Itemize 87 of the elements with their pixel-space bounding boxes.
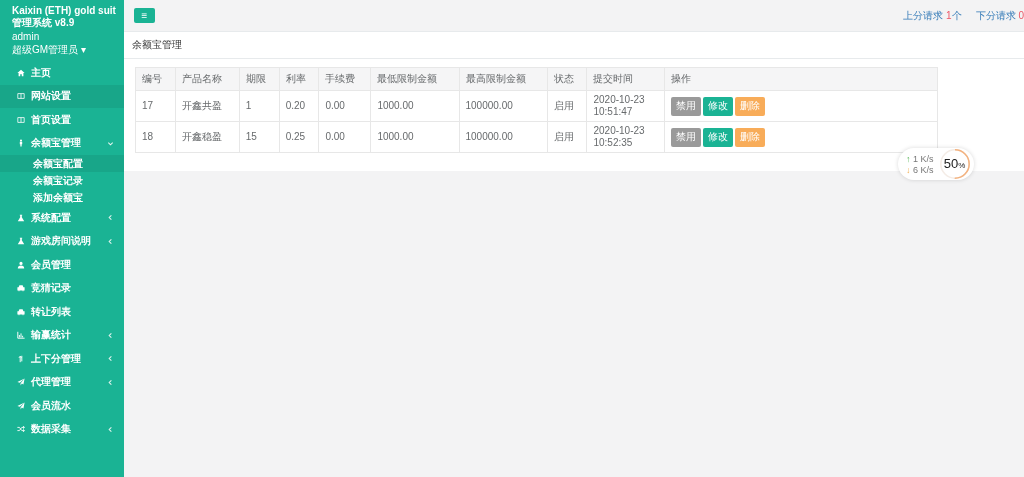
request-link[interactable]: 下分请求 0 xyxy=(975,8,1024,23)
request-link[interactable]: 上分请求 1个 xyxy=(903,8,962,23)
bar-chart-icon xyxy=(17,331,25,340)
table-cell: 2020-10-23 10:51:47 xyxy=(586,90,665,122)
table-cell: 1000.00 xyxy=(370,90,459,122)
disable-button[interactable]: 禁用 xyxy=(671,96,701,116)
role-dropdown[interactable]: 超级GM管理员 ▾ xyxy=(12,43,120,57)
flask-icon xyxy=(17,237,25,246)
table-cell: 0.00 xyxy=(318,121,371,153)
table-cell: 15 xyxy=(239,121,280,153)
table-cell: 100000.00 xyxy=(459,90,548,122)
download-rate: ↓ 6 K/s xyxy=(906,164,934,175)
home-icon xyxy=(17,68,25,77)
column-header: 利率 xyxy=(279,67,319,91)
sidebar-item-label: 会员流水 xyxy=(31,398,72,413)
car-icon xyxy=(17,284,25,293)
sidebar-item-label: 上下分管理 xyxy=(31,351,82,366)
sidebar-item[interactable]: 系统配置 xyxy=(0,206,124,230)
sidebar-item-label: 输赢统计 xyxy=(31,328,72,343)
submenu-item[interactable]: 添加余额宝 xyxy=(0,189,124,206)
columns-icon xyxy=(17,115,25,124)
page-title: 余额宝管理 xyxy=(124,32,1024,59)
column-header: 编号 xyxy=(135,67,176,91)
column-header: 最高限制金额 xyxy=(459,67,548,91)
table-cell: 18 xyxy=(135,121,176,153)
delete-button[interactable]: 删除 xyxy=(735,127,765,147)
sidebar-item-label: 竞猜记录 xyxy=(31,281,72,296)
person-icon xyxy=(17,139,25,148)
submenu-item[interactable]: 余额宝记录 xyxy=(0,172,124,189)
sidebar-item-label: 会员管理 xyxy=(31,257,72,272)
sidebar-item[interactable]: 会员管理 xyxy=(0,253,124,277)
table-cell: 1 xyxy=(239,90,280,122)
column-header: 产品名称 xyxy=(175,67,240,91)
sidebar-item-label: 数据采集 xyxy=(31,422,72,437)
sidebar-item[interactable]: 余额宝管理 xyxy=(0,131,124,155)
flask-icon xyxy=(17,213,25,222)
sidebar-item[interactable]: 竞猜记录 xyxy=(0,276,124,300)
percent-text: 50% xyxy=(942,156,967,171)
sidebar-item-label: 网站设置 xyxy=(31,89,72,104)
paper-plane-icon xyxy=(17,401,25,410)
table-cell: 开鑫共盈 xyxy=(175,90,240,122)
menu-button[interactable]: ≡ xyxy=(134,8,155,23)
table-cell: 启用 xyxy=(547,121,587,153)
sidebar-item-label: 转让列表 xyxy=(31,304,72,319)
sidebar-item-label: 系统配置 xyxy=(31,210,72,225)
sidebar-item-label: 余额宝管理 xyxy=(31,136,82,151)
sidebar-item[interactable]: 游戏房间说明 xyxy=(0,229,124,253)
shuffle-icon xyxy=(17,425,25,434)
sidebar-item[interactable]: 代理管理 xyxy=(0,370,124,394)
columns-icon xyxy=(17,92,25,101)
user-name: admin xyxy=(12,31,41,42)
column-header: 手续费 xyxy=(318,67,371,91)
user-icon xyxy=(17,260,25,269)
column-header: 状态 xyxy=(547,67,587,91)
table-cell: 2020-10-23 10:52:35 xyxy=(586,121,665,153)
table-cell: 0.20 xyxy=(279,90,319,122)
column-header: 最低限制金额 xyxy=(370,67,459,91)
car-icon xyxy=(17,307,25,316)
sidebar-item-label: 游戏房间说明 xyxy=(31,234,92,249)
sidebar-item[interactable]: 数据采集 xyxy=(0,417,124,441)
sidebar-item[interactable]: 首页设置 xyxy=(0,108,124,132)
table-cell: 0.25 xyxy=(279,121,319,153)
sidebar-item[interactable]: 转让列表 xyxy=(0,300,124,324)
sidebar-item-label: 主页 xyxy=(31,65,52,80)
table-cell: 开鑫稳盈 xyxy=(175,121,240,153)
sidebar-item[interactable]: 会员流水 xyxy=(0,394,124,418)
paper-plane-icon xyxy=(17,378,25,387)
sidebar-item-label: 代理管理 xyxy=(31,375,72,390)
table-cell: 100000.00 xyxy=(459,121,548,153)
upload-rate: ↑ 1 K/s xyxy=(906,153,934,164)
table-cell: 1000.00 xyxy=(370,121,459,153)
sidebar-item[interactable]: 主页 xyxy=(0,61,124,85)
table-cell: 启用 xyxy=(547,90,587,122)
column-header: 提交时间 xyxy=(586,67,665,91)
column-header: 操作 xyxy=(664,67,938,91)
column-header: 期限 xyxy=(239,67,280,91)
delete-button[interactable]: 删除 xyxy=(735,96,765,116)
table-cell: 17 xyxy=(135,90,176,122)
sidebar-item[interactable]: 输赢统计 xyxy=(0,323,124,347)
submenu-item[interactable]: 余额宝配置 xyxy=(0,155,124,172)
disable-button[interactable]: 禁用 xyxy=(671,127,701,147)
sidebar-item[interactable]: 上下分管理 xyxy=(0,347,124,371)
sidebar-item[interactable]: 网站设置 xyxy=(0,84,124,108)
sidebar-item-label: 首页设置 xyxy=(31,112,72,127)
table-cell: 0.00 xyxy=(318,90,371,122)
edit-button[interactable]: 修改 xyxy=(703,96,733,116)
edit-button[interactable]: 修改 xyxy=(703,127,733,147)
